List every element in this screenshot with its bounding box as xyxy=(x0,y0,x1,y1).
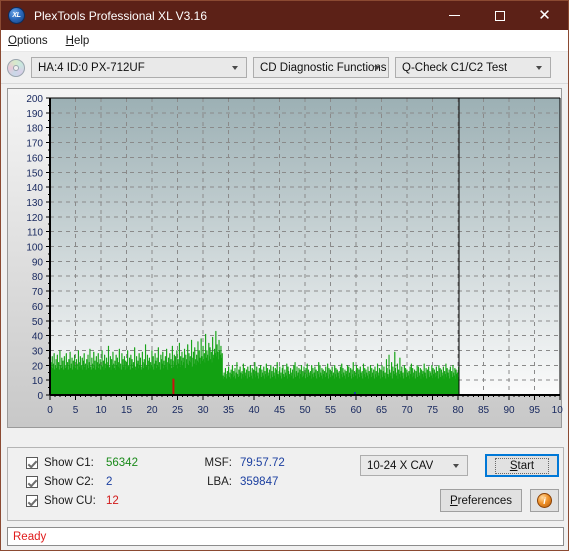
svg-text:0: 0 xyxy=(47,405,53,416)
speed-select-value: 10-24 X CAV xyxy=(367,459,434,472)
svg-text:0: 0 xyxy=(37,391,43,402)
svg-text:40: 40 xyxy=(32,332,44,343)
svg-text:70: 70 xyxy=(401,405,413,416)
chevron-down-icon xyxy=(453,463,460,468)
toolbar: HA:4 ID:0 PX-712UF CD Diagnostic Functio… xyxy=(1,52,568,84)
maximize-button[interactable] xyxy=(477,1,522,30)
svg-text:30: 30 xyxy=(197,405,209,416)
lba-row: LBA: 359847 xyxy=(198,476,278,488)
chart-canvas: 0102030405060708090100110120130140150160… xyxy=(26,94,563,416)
svg-text:60: 60 xyxy=(350,405,362,416)
svg-text:95: 95 xyxy=(529,405,541,416)
svg-text:80: 80 xyxy=(452,405,464,416)
menu-bar: Options Help xyxy=(1,30,568,52)
svg-text:90: 90 xyxy=(503,405,515,416)
svg-text:140: 140 xyxy=(26,183,43,194)
svg-text:200: 200 xyxy=(26,94,43,105)
minimize-button[interactable] xyxy=(432,1,477,30)
preferences-button[interactable]: Preferences xyxy=(440,489,522,512)
controls-panel: Show C1: 56342 Show C2: 2 Show CU: 12 MS… xyxy=(7,447,564,521)
svg-text:80: 80 xyxy=(32,272,44,283)
start-button[interactable]: Start xyxy=(485,454,559,477)
msf-label: MSF: xyxy=(204,457,232,469)
lba-value: 359847 xyxy=(240,476,279,488)
svg-text:100: 100 xyxy=(26,243,43,254)
c2-count-value: 2 xyxy=(106,476,113,488)
svg-text:190: 190 xyxy=(26,109,43,120)
cd-disc-icon xyxy=(7,58,25,77)
msf-value: 79:57.72 xyxy=(240,457,285,469)
svg-text:160: 160 xyxy=(26,153,43,164)
show-c1-row[interactable]: Show C1: 56342 xyxy=(26,457,138,469)
svg-text:55: 55 xyxy=(325,405,337,416)
menu-item-help[interactable]: Help xyxy=(66,35,90,47)
speed-select[interactable]: 10-24 X CAV xyxy=(360,455,468,476)
menu-item-options[interactable]: Options xyxy=(8,35,48,47)
svg-text:30: 30 xyxy=(32,346,44,357)
cu-count-value: 12 xyxy=(106,495,119,507)
svg-text:70: 70 xyxy=(32,287,44,298)
test-select[interactable]: Q-Check C1/C2 Test xyxy=(395,57,551,78)
show-c2-checkbox[interactable] xyxy=(26,476,38,488)
show-c2-label: Show C2: xyxy=(44,476,94,488)
svg-text:90: 90 xyxy=(32,257,44,268)
preferences-button-label-rest: references xyxy=(457,494,512,507)
msf-row: MSF: 79:57.72 xyxy=(198,457,285,469)
svg-text:40: 40 xyxy=(248,405,260,416)
svg-text:85: 85 xyxy=(478,405,490,416)
status-bar: Ready xyxy=(7,527,564,546)
show-cu-label: Show CU: xyxy=(44,495,96,507)
svg-text:50: 50 xyxy=(32,317,44,328)
info-icon: i xyxy=(537,493,552,508)
window-title: PlexTools Professional XL V3.16 xyxy=(34,8,207,23)
svg-text:20: 20 xyxy=(146,405,158,416)
svg-text:170: 170 xyxy=(26,139,43,150)
svg-text:15: 15 xyxy=(121,405,133,416)
svg-text:50: 50 xyxy=(299,405,311,416)
c1-count-value: 56342 xyxy=(106,457,138,469)
svg-text:45: 45 xyxy=(274,405,286,416)
plextools-window: XL PlexTools Professional XL V3.16 ✕ Opt… xyxy=(0,0,569,551)
svg-text:120: 120 xyxy=(26,213,43,224)
show-c2-row[interactable]: Show C2: 2 xyxy=(26,476,112,488)
svg-text:75: 75 xyxy=(427,405,439,416)
function-select-value: CD Diagnostic Functions xyxy=(260,61,387,74)
plextools-xl-logo-icon: XL xyxy=(8,7,25,24)
svg-text:60: 60 xyxy=(32,302,44,313)
svg-text:25: 25 xyxy=(172,405,184,416)
show-cu-checkbox[interactable] xyxy=(26,495,38,507)
svg-text:110: 110 xyxy=(27,228,43,239)
svg-text:150: 150 xyxy=(26,168,43,179)
chevron-down-icon xyxy=(232,65,239,70)
close-icon[interactable]: ✕ xyxy=(522,1,567,30)
test-select-value: Q-Check C1/C2 Test xyxy=(402,61,508,74)
chevron-down-icon xyxy=(374,65,381,70)
svg-text:10: 10 xyxy=(32,376,44,387)
svg-text:130: 130 xyxy=(26,198,43,209)
show-c1-checkbox[interactable] xyxy=(26,457,38,469)
svg-text:5: 5 xyxy=(73,405,79,416)
start-button-label-rest: tart xyxy=(517,459,535,472)
status-text: Ready xyxy=(13,530,47,543)
svg-text:35: 35 xyxy=(223,405,235,416)
svg-text:20: 20 xyxy=(32,361,44,372)
menu-item-help-rest: elp xyxy=(73,34,90,47)
title-bar: XL PlexTools Professional XL V3.16 ✕ xyxy=(1,1,568,30)
chevron-down-icon xyxy=(536,65,543,70)
show-c1-label: Show C1: xyxy=(44,457,94,469)
show-cu-row[interactable]: Show CU: 12 xyxy=(26,495,119,507)
svg-text:100: 100 xyxy=(552,405,563,416)
svg-text:10: 10 xyxy=(95,405,107,416)
svg-text:65: 65 xyxy=(376,405,388,416)
info-button[interactable]: i xyxy=(530,489,559,512)
lba-label: LBA: xyxy=(207,476,232,488)
function-select[interactable]: CD Diagnostic Functions xyxy=(253,57,389,78)
drive-select-value: HA:4 ID:0 PX-712UF xyxy=(38,61,145,74)
svg-text:180: 180 xyxy=(26,124,43,135)
drive-select[interactable]: HA:4 ID:0 PX-712UF xyxy=(31,57,247,78)
c1-c2-error-chart: 0 10 20 30 40 50 60 70 80 90 100 110 120 130 140 150 160… xyxy=(7,88,563,428)
menu-item-options-rest: ptions xyxy=(16,34,48,47)
